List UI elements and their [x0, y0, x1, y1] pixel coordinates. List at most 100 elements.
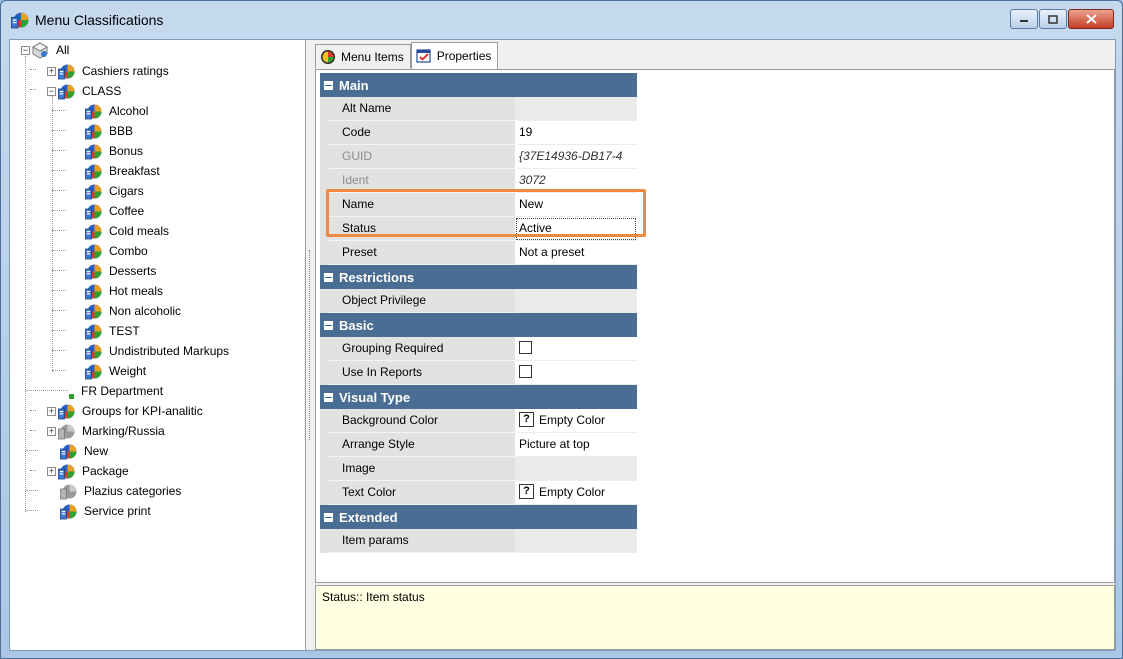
collapse-icon[interactable]	[324, 392, 333, 402]
property-use-in-reports[interactable]: Use In Reports	[320, 361, 637, 385]
tree-node-selected[interactable]: New	[60, 441, 110, 461]
tree-node[interactable]: Bonus	[85, 141, 145, 161]
tree-node[interactable]: FR Department	[68, 381, 165, 401]
property-value[interactable]	[515, 289, 637, 313]
property-grouping-required[interactable]: Grouping Required	[320, 337, 637, 361]
tree-node-label: Groups for KPI-analitic	[82, 404, 203, 418]
property-arrange-style[interactable]: Arrange Style Picture at top	[320, 433, 637, 457]
tree-node[interactable]: Breakfast	[85, 161, 162, 181]
tree-node[interactable]: Desserts	[85, 261, 158, 281]
classification-icon	[85, 283, 102, 300]
maximize-icon	[1048, 14, 1058, 24]
tab-label: Properties	[436, 49, 492, 63]
collapse-icon[interactable]: −	[21, 45, 30, 55]
tree-node[interactable]: + Groups for KPI-analitic	[47, 401, 205, 421]
splitter-grip[interactable]	[309, 250, 312, 440]
tree-node-label: CLASS	[82, 84, 122, 98]
property-text-color[interactable]: Text Color? Empty Color	[320, 481, 637, 505]
panel-splitter[interactable]	[307, 40, 315, 650]
collapse-icon[interactable]	[324, 512, 333, 522]
expand-icon[interactable]: +	[47, 66, 56, 76]
category-main[interactable]: Main	[320, 73, 637, 97]
property-value[interactable]: 19	[515, 121, 637, 145]
category-extended[interactable]: Extended	[320, 505, 637, 529]
tree-node[interactable]: Plazius categories	[60, 481, 183, 501]
tree-node[interactable]: + Marking/Russia	[47, 421, 167, 441]
category-basic[interactable]: Basic	[320, 313, 637, 337]
property-value[interactable]: Picture at top	[515, 433, 637, 457]
category-visual-type[interactable]: Visual Type	[320, 385, 637, 409]
maximize-button[interactable]	[1039, 9, 1067, 29]
collapse-icon[interactable]	[324, 80, 333, 90]
classification-icon	[85, 363, 102, 380]
classification-icon	[58, 83, 75, 100]
tree-node[interactable]: + Cashiers ratings	[47, 61, 171, 81]
property-grid[interactable]: Main Alt Name Code 19 GUID {37E14936-DB17-…	[315, 69, 1115, 583]
close-button[interactable]	[1068, 9, 1114, 29]
title-bar[interactable]: Menu Classifications	[1, 1, 1122, 39]
property-object-privilege[interactable]: Object Privilege	[320, 289, 637, 313]
close-icon	[1085, 14, 1097, 24]
tree-node[interactable]: Cold meals	[85, 221, 171, 241]
properties-icon	[416, 49, 431, 63]
collapse-icon[interactable]: −	[47, 86, 56, 96]
property-value[interactable]	[515, 457, 637, 481]
minimize-button[interactable]	[1010, 9, 1038, 29]
property-item-params[interactable]: Item params	[320, 529, 637, 553]
property-code[interactable]: Code 19	[320, 121, 637, 145]
tree-node[interactable]: Non alcoholic	[85, 301, 183, 321]
collapse-icon[interactable]	[324, 320, 333, 330]
property-alt-name[interactable]: Alt Name	[320, 97, 637, 121]
expand-icon[interactable]: +	[47, 426, 56, 436]
property-label: Alt Name	[328, 97, 515, 121]
property-value: {37E14936-DB17-4	[515, 145, 637, 169]
tree-node-all[interactable]: − All	[21, 40, 71, 60]
menu-items-icon	[321, 49, 335, 64]
category-restrictions[interactable]: Restrictions	[320, 265, 637, 289]
tree-node[interactable]: − CLASS	[47, 81, 123, 101]
tree-node-label: FR Department	[81, 384, 164, 398]
tree-node[interactable]: TEST	[85, 321, 142, 341]
tree-node[interactable]: Coffee	[85, 201, 146, 221]
property-label: Code	[328, 121, 515, 145]
tree-node[interactable]: Undistributed Markups	[85, 341, 231, 361]
tree-node[interactable]: Service print	[60, 501, 153, 521]
expand-icon[interactable]: +	[47, 406, 56, 416]
property-value[interactable]	[515, 97, 637, 121]
property-label: Background Color	[328, 409, 515, 433]
classification-icon	[85, 323, 102, 340]
classification-icon	[58, 63, 75, 80]
tree-node-label: Cold meals	[109, 224, 170, 238]
classification-tree[interactable]: − All + Cashiers ratings − CLASS Alcohol…	[10, 40, 306, 650]
tree-node[interactable]: Cigars	[85, 181, 146, 201]
tree-node[interactable]: Weight	[85, 361, 148, 381]
property-image[interactable]: Image	[320, 457, 637, 481]
use-in-reports-checkbox[interactable]	[519, 365, 532, 379]
property-background-color[interactable]: Background Color? Empty Color	[320, 409, 637, 433]
expand-icon[interactable]: +	[47, 466, 56, 476]
tab-menu-items[interactable]: Menu Items	[315, 44, 411, 68]
property-name[interactable]: Name New	[320, 193, 637, 217]
property-guid[interactable]: GUID {37E14936-DB17-4	[320, 145, 637, 169]
property-value[interactable]: Active	[515, 217, 637, 241]
tree-node-label: Coffee	[109, 204, 145, 218]
tab-properties[interactable]: Properties	[410, 42, 499, 69]
grouping-required-checkbox[interactable]	[519, 341, 532, 355]
property-value[interactable]: Not a preset	[515, 241, 637, 265]
property-preset[interactable]: Preset Not a preset	[320, 241, 637, 265]
tree-node[interactable]: Hot meals	[85, 281, 165, 301]
minimize-icon	[1020, 20, 1028, 22]
classification-icon	[85, 303, 102, 320]
collapse-icon[interactable]	[324, 272, 333, 282]
tree-node[interactable]: BBB	[85, 121, 135, 141]
classification-icon	[58, 463, 75, 480]
property-ident[interactable]: Ident 3072	[320, 169, 637, 193]
property-label: Grouping Required	[328, 337, 515, 361]
tree-node[interactable]: Combo	[85, 241, 150, 261]
property-status[interactable]: Status Active	[320, 217, 637, 241]
small-green-square-icon	[69, 393, 74, 399]
tree-node[interactable]: + Package	[47, 461, 131, 481]
tree-node[interactable]: Alcohol	[85, 101, 150, 121]
property-value[interactable]: New	[515, 193, 637, 217]
property-value[interactable]	[515, 529, 637, 553]
